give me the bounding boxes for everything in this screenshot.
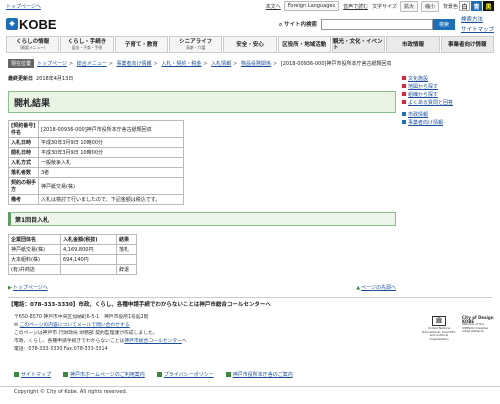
font-enlarge-button[interactable]: 拡大 <box>399 0 418 12</box>
call-center-link[interactable]: 神戸市総合コールセンター <box>124 339 182 344</box>
table-row: 大本組料(株) 694,140円 <box>8 254 137 265</box>
table-row: [契約番号]件名 [2018-00936-000]神戸市役所本庁舎古紙類回収 <box>8 120 184 138</box>
sidebar-item-business[interactable]: 事業者向け情報 <box>402 118 492 126</box>
main-content: 開札結果 [契約番号]件名 [2018-00936-000]神戸市役所本庁舎古紙類… <box>8 91 396 291</box>
footer-link-usage[interactable]: 神戸市ホームページのご利用案内 <box>63 371 145 378</box>
sidebar-item-facilities[interactable]: 文化施設 <box>402 74 492 82</box>
sidebar-item-organization[interactable]: 組織から探す <box>402 90 492 98</box>
search-input[interactable] <box>320 18 433 30</box>
list-marker-icon <box>402 112 406 116</box>
footer-link-cityhall[interactable]: 神戸市役所本庁舎のご案内 <box>225 371 293 378</box>
search-label: ⌕ サイト内検索 <box>278 21 317 28</box>
breadcrumb-item[interactable]: 事業者向け情報 <box>117 61 152 67</box>
top-utility-bar: トップページへ 本文へ Foreign Languages 音声で読む 文字サイ… <box>0 0 500 12</box>
arrow-icon <box>225 372 231 377</box>
footer-link-sitemap[interactable]: サイトマップ <box>14 371 51 378</box>
table-row: 開札日時 平成30年3月9日 10時00分 <box>8 147 184 158</box>
sidebar-item-city-info[interactable]: 市政情報 <box>402 110 492 118</box>
global-nav: くらしの情報 ［概要メニュー］ くらし・手続き 届出・子育・手続 子育て・教育 シニ… <box>0 36 500 53</box>
mail-icon: ✉ <box>14 323 19 328</box>
table-row: (有)弁商店 辞退 <box>8 264 137 275</box>
bg-black-button[interactable]: 黒 <box>483 1 494 11</box>
unesco-badge: 🏛 United Nations Educational, Scientific… <box>422 315 494 341</box>
nav-city-info[interactable]: 市政情報 <box>386 36 440 53</box>
kobe-mark-icon: ❖ <box>6 18 18 30</box>
bid-results-table: 企業団体名 入札金額(税抜) 結果 神戸紙交易(株) 4,169,800円 落札 大… <box>8 234 137 275</box>
skip-to-body-link[interactable]: 本文へ <box>266 3 281 10</box>
nav-living[interactable]: くらしの情報 ［概要メニュー］ <box>6 36 60 53</box>
list-marker-icon <box>402 76 406 80</box>
table-row: 契約の相手方 神戸紙交易(株) <box>8 177 184 195</box>
arrow-icon <box>156 372 162 377</box>
breadcrumb-current: [2018-00936-000]神戸市役所本庁舎古紙類回収 <box>280 61 392 67</box>
list-marker-icon <box>402 92 406 96</box>
list-marker-icon <box>402 84 406 88</box>
nav-ward-office[interactable]: 区役所・地域活動 <box>277 36 331 53</box>
copyright: Copyright © City of Kobe. All rights res… <box>14 389 128 395</box>
nav-tourism[interactable]: 観光・文化・イベント <box>331 36 386 53</box>
arrow-right-icon: ▶ <box>8 285 12 291</box>
site-header: ❖ KOBE ⌕ サイト内検索 検索 検索方法 サイトマップ <box>0 12 500 36</box>
kobe-logo[interactable]: ❖ KOBE <box>6 17 57 32</box>
footer-address: 〒650-8570 神戸市中央区加納町6-5-1 神戸市役所1号館2階 ✉ この… <box>14 315 187 352</box>
round-heading: 第1回目入札 <box>8 212 396 226</box>
search-help-link[interactable]: 検索方法 <box>461 15 494 23</box>
sidebar: 文化施設 地図から探す 組織から探す よくある質問と回答 市政情報 事業者向け情… <box>402 74 492 130</box>
unesco-logo-icon: 🏛 <box>432 316 446 326</box>
page-title: 開札結果 <box>8 91 396 113</box>
breadcrumb-label: 現在位置 <box>8 59 35 68</box>
font-size-label: 文字サイズ <box>372 3 397 10</box>
inquiry-mail-link[interactable]: このページの内容についてメールで問い合わせする <box>20 323 130 328</box>
nav-senior[interactable]: シニアライフ 高齢・介護 <box>168 36 223 53</box>
breadcrumb-item[interactable]: 入札・契約・税金 <box>161 61 201 67</box>
footer-link-privacy[interactable]: プライバシーポリシー <box>156 371 214 378</box>
sidebar-item-faq[interactable]: よくある質問と回答 <box>402 98 492 106</box>
bg-color-label: 背景色 <box>442 3 458 10</box>
breadcrumb-item[interactable]: 物品役務関係 <box>241 61 271 67</box>
arrow-icon <box>63 372 69 377</box>
arrow-icon <box>14 372 19 377</box>
nav-business[interactable]: 事業者向け情報 <box>440 36 494 53</box>
table-row: 落札者数 3者 <box>8 167 184 178</box>
sitemap-link[interactable]: サイトマップ <box>461 25 494 33</box>
table-row: 入札日時 平成30年3月9日 10時00分 <box>8 137 184 148</box>
table-row: 神戸紙交易(株) 4,169,800円 落札 <box>8 244 137 255</box>
footer-links: サイトマップ 神戸市ホームページのご利用案内 プライバシーポリシー 神戸市役所本… <box>14 371 293 378</box>
back-to-top-link[interactable]: トップページへ <box>6 3 41 10</box>
font-reduce-button[interactable]: 縮小 <box>420 0 439 12</box>
breadcrumb-item[interactable]: 入札情報 <box>211 61 231 67</box>
page-navigation: ▶トップページへ ▲ページの先頭へ <box>8 284 396 291</box>
nav-childcare[interactable]: 子育て・教育 <box>114 36 168 53</box>
page-top-link[interactable]: ▲ページの先頭へ <box>356 284 396 291</box>
foreign-languages-select[interactable]: Foreign Languages <box>283 1 340 11</box>
to-top-link[interactable]: ▶トップページへ <box>8 284 48 291</box>
voice-read-link[interactable]: 音声で読む <box>343 3 368 10</box>
breadcrumb-item[interactable]: トップページ <box>37 61 67 67</box>
sidebar-item-map[interactable]: 地図から探す <box>402 82 492 90</box>
bg-blue-button[interactable]: 青 <box>471 1 482 11</box>
nav-procedures[interactable]: くらし・手続き 届出・子育・手続 <box>60 36 114 53</box>
last-updated: 最終更新日 2018年4月13日 <box>8 76 74 82</box>
table-row: 入札方式 一般競争入札 <box>8 157 184 168</box>
table-row: 備考 入札は検討で行いましたので、下記金額は税込です。 <box>8 194 184 205</box>
footer-divider <box>0 386 500 387</box>
bg-white-button[interactable]: 白 <box>459 1 470 11</box>
call-center-bar: 【電話：078-333-3330】市政、くらし、各種申請手続でわからないことは神… <box>8 297 492 309</box>
breadcrumb-item[interactable]: 総合メニュー <box>77 61 107 67</box>
contract-info-table: [契約番号]件名 [2018-00936-000]神戸市役所本庁舎古紙類回収 入札… <box>8 120 184 205</box>
list-marker-icon <box>402 120 406 124</box>
list-marker-icon <box>402 100 406 104</box>
table-header-row: 企業団体名 入札金額(税抜) 結果 <box>8 234 137 245</box>
arrow-up-icon: ▲ <box>356 285 361 291</box>
nav-safety[interactable]: 安全・安心 <box>223 36 277 53</box>
search-button[interactable]: 検索 <box>432 18 455 30</box>
search-icon: ⌕ <box>278 21 283 28</box>
breadcrumb: 現在位置 トップページ > 総合メニュー > 事業者向け情報 > 入札・契約・税金 > … <box>8 59 396 68</box>
